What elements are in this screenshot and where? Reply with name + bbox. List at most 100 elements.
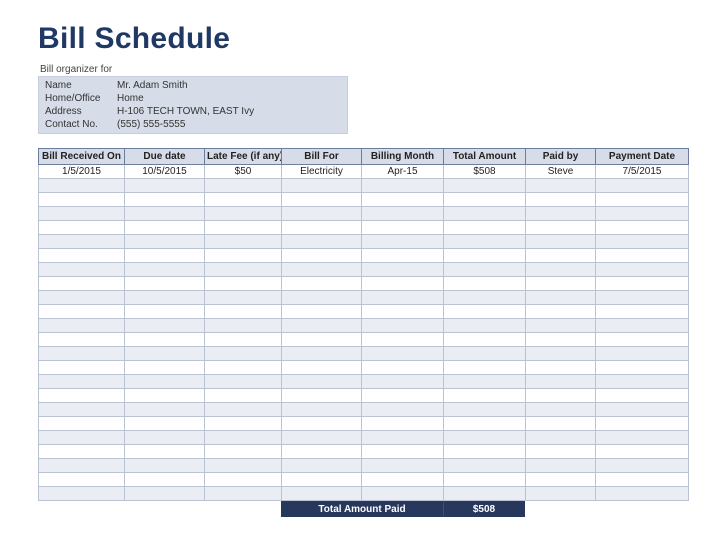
cell-amount[interactable]: [444, 207, 526, 221]
cell-month[interactable]: [362, 473, 444, 487]
cell-for[interactable]: [282, 193, 362, 207]
cell-month[interactable]: Apr-15: [362, 165, 444, 179]
cell-for[interactable]: Electricity: [282, 165, 362, 179]
cell-month[interactable]: [362, 291, 444, 305]
cell-amount[interactable]: [444, 249, 526, 263]
cell-received[interactable]: [39, 249, 125, 263]
cell-received[interactable]: [39, 389, 125, 403]
cell-payment_date[interactable]: [596, 221, 689, 235]
cell-paid_by[interactable]: [526, 277, 596, 291]
cell-payment_date[interactable]: [596, 403, 689, 417]
cell-payment_date[interactable]: [596, 375, 689, 389]
cell-paid_by[interactable]: [526, 347, 596, 361]
cell-amount[interactable]: [444, 193, 526, 207]
cell-due[interactable]: [125, 375, 205, 389]
cell-month[interactable]: [362, 193, 444, 207]
cell-due[interactable]: [125, 305, 205, 319]
cell-for[interactable]: [282, 403, 362, 417]
cell-payment_date[interactable]: [596, 459, 689, 473]
cell-for[interactable]: [282, 389, 362, 403]
cell-paid_by[interactable]: [526, 207, 596, 221]
cell-month[interactable]: [362, 389, 444, 403]
cell-amount[interactable]: [444, 445, 526, 459]
cell-amount[interactable]: [444, 487, 526, 501]
cell-paid_by[interactable]: [526, 263, 596, 277]
cell-paid_by[interactable]: [526, 221, 596, 235]
cell-payment_date[interactable]: [596, 473, 689, 487]
cell-month[interactable]: [362, 263, 444, 277]
cell-for[interactable]: [282, 207, 362, 221]
cell-paid_by[interactable]: [526, 487, 596, 501]
cell-month[interactable]: [362, 249, 444, 263]
cell-payment_date[interactable]: [596, 389, 689, 403]
cell-late_fee[interactable]: $50: [205, 165, 282, 179]
cell-amount[interactable]: [444, 277, 526, 291]
cell-month[interactable]: [362, 375, 444, 389]
cell-due[interactable]: [125, 333, 205, 347]
cell-amount[interactable]: [444, 221, 526, 235]
cell-month[interactable]: [362, 417, 444, 431]
cell-due[interactable]: [125, 389, 205, 403]
cell-received[interactable]: [39, 487, 125, 501]
cell-due[interactable]: [125, 431, 205, 445]
cell-due[interactable]: [125, 417, 205, 431]
cell-payment_date[interactable]: [596, 249, 689, 263]
cell-payment_date[interactable]: [596, 305, 689, 319]
cell-month[interactable]: [362, 305, 444, 319]
cell-payment_date[interactable]: 7/5/2015: [596, 165, 689, 179]
cell-late_fee[interactable]: [205, 473, 282, 487]
cell-for[interactable]: [282, 319, 362, 333]
cell-received[interactable]: [39, 179, 125, 193]
cell-amount[interactable]: [444, 459, 526, 473]
cell-due[interactable]: [125, 403, 205, 417]
cell-received[interactable]: [39, 361, 125, 375]
cell-amount[interactable]: [444, 389, 526, 403]
cell-late_fee[interactable]: [205, 403, 282, 417]
cell-for[interactable]: [282, 487, 362, 501]
cell-paid_by[interactable]: [526, 459, 596, 473]
cell-received[interactable]: [39, 277, 125, 291]
cell-received[interactable]: [39, 305, 125, 319]
cell-payment_date[interactable]: [596, 417, 689, 431]
cell-received[interactable]: [39, 333, 125, 347]
cell-due[interactable]: [125, 347, 205, 361]
cell-late_fee[interactable]: [205, 459, 282, 473]
cell-payment_date[interactable]: [596, 319, 689, 333]
cell-payment_date[interactable]: [596, 361, 689, 375]
cell-late_fee[interactable]: [205, 291, 282, 305]
cell-due[interactable]: [125, 221, 205, 235]
cell-paid_by[interactable]: Steve: [526, 165, 596, 179]
cell-received[interactable]: [39, 319, 125, 333]
cell-amount[interactable]: [444, 179, 526, 193]
cell-due[interactable]: [125, 487, 205, 501]
cell-late_fee[interactable]: [205, 179, 282, 193]
cell-month[interactable]: [362, 235, 444, 249]
cell-due[interactable]: [125, 473, 205, 487]
cell-received[interactable]: [39, 445, 125, 459]
cell-late_fee[interactable]: [205, 347, 282, 361]
cell-late_fee[interactable]: [205, 235, 282, 249]
cell-for[interactable]: [282, 459, 362, 473]
cell-amount[interactable]: [444, 291, 526, 305]
cell-amount[interactable]: [444, 431, 526, 445]
cell-month[interactable]: [362, 347, 444, 361]
cell-paid_by[interactable]: [526, 333, 596, 347]
cell-paid_by[interactable]: [526, 235, 596, 249]
cell-for[interactable]: [282, 263, 362, 277]
cell-paid_by[interactable]: [526, 473, 596, 487]
cell-month[interactable]: [362, 333, 444, 347]
cell-late_fee[interactable]: [205, 207, 282, 221]
cell-payment_date[interactable]: [596, 333, 689, 347]
cell-amount[interactable]: [444, 347, 526, 361]
cell-due[interactable]: [125, 291, 205, 305]
cell-due[interactable]: [125, 179, 205, 193]
cell-payment_date[interactable]: [596, 235, 689, 249]
cell-payment_date[interactable]: [596, 487, 689, 501]
cell-payment_date[interactable]: [596, 347, 689, 361]
cell-payment_date[interactable]: [596, 291, 689, 305]
cell-late_fee[interactable]: [205, 431, 282, 445]
cell-paid_by[interactable]: [526, 403, 596, 417]
cell-for[interactable]: [282, 305, 362, 319]
cell-received[interactable]: [39, 207, 125, 221]
cell-month[interactable]: [362, 403, 444, 417]
